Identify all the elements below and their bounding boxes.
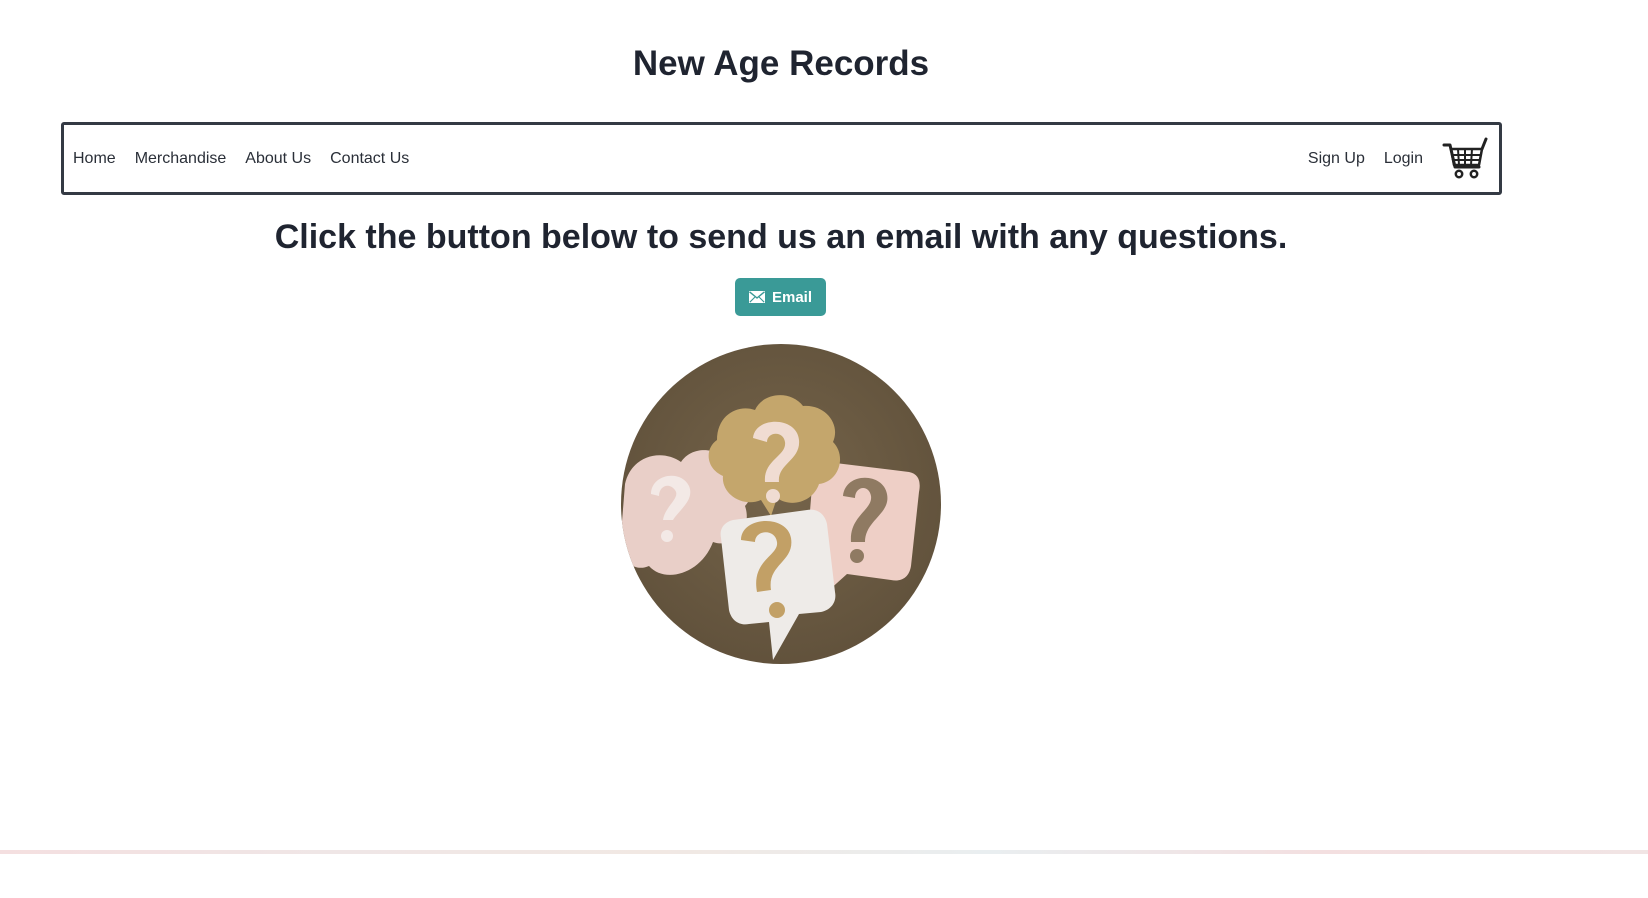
email-button[interactable]: Email [735,278,826,316]
site-title: New Age Records [632,44,930,83]
envelope-icon [748,291,765,303]
navbar: Home Merchandise About Us Contact Us Sig… [61,122,1502,195]
nav-link-login[interactable]: Login [1384,150,1423,168]
email-button-label: Email [771,288,813,306]
shopping-cart-icon[interactable] [1442,136,1488,182]
page-bottom-divider [0,850,1648,854]
nav-link-contact-us[interactable]: Contact Us [330,150,409,168]
nav-link-home[interactable]: Home [73,150,116,168]
contact-heading: Click the button below to send us an ema… [274,218,1288,256]
contact-page: New Age Records Home Merchandise About U… [0,0,1648,898]
question-bubbles-image [621,344,941,664]
nav-right-group: Sign Up Login [1308,125,1488,192]
nav-link-sign-up[interactable]: Sign Up [1308,150,1365,168]
nav-left-group: Home Merchandise About Us Contact Us [73,125,428,192]
nav-link-about-us[interactable]: About Us [245,150,311,168]
nav-link-merchandise[interactable]: Merchandise [135,150,227,168]
